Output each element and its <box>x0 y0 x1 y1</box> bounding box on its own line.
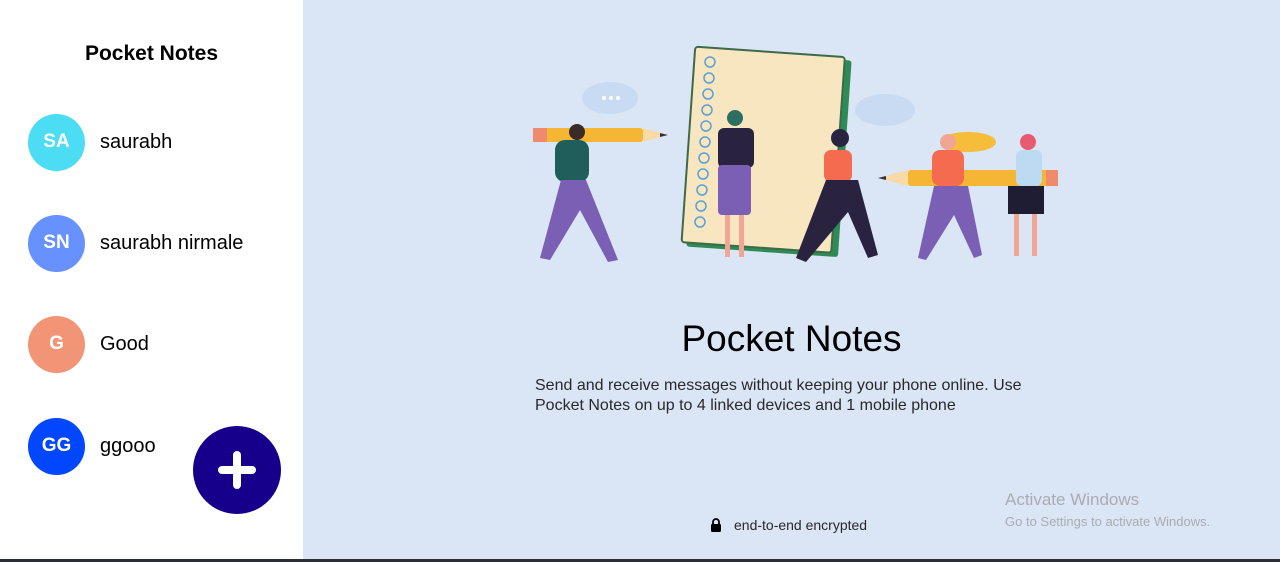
encryption-notice: end-to-end encrypted <box>710 517 867 533</box>
avatar: SN <box>28 214 85 272</box>
avatar: GG <box>28 417 85 475</box>
watermark-subtitle: Go to Settings to activate Windows. <box>1005 514 1211 529</box>
group-item-ggooo[interactable]: GG ggooo <box>28 417 156 475</box>
group-item-saurabh[interactable]: SA saurabh <box>28 113 172 171</box>
hero-illustration <box>533 45 1058 262</box>
group-item-good[interactable]: G Good <box>28 315 149 373</box>
encryption-label: end-to-end encrypted <box>734 517 868 533</box>
page-title: Pocket Notes <box>681 318 902 359</box>
main-panel: Pocket Notes Send and receive messages w… <box>303 0 1280 562</box>
main-description: Send and receive messages without keepin… <box>535 377 1022 414</box>
group-name: ggooo <box>100 434 156 457</box>
group-item-saurabh-nirmale[interactable]: SN saurabh nirmale <box>28 214 243 272</box>
avatar: G <box>28 315 85 373</box>
add-group-button[interactable] <box>193 426 281 514</box>
sidebar-title: Pocket Notes <box>84 42 219 65</box>
group-name: Good <box>100 332 149 355</box>
avatar: SA <box>28 113 85 171</box>
sidebar: Pocket Notes SA saurabh SN saurabh nirma… <box>0 0 303 562</box>
lock-icon <box>711 518 721 532</box>
group-name: saurabh <box>100 130 173 153</box>
watermark-title: Activate Windows <box>1005 490 1140 509</box>
group-name: saurabh nirmale <box>100 231 244 254</box>
activate-windows-watermark: Activate Windows Go to Settings to activ… <box>1005 490 1210 529</box>
